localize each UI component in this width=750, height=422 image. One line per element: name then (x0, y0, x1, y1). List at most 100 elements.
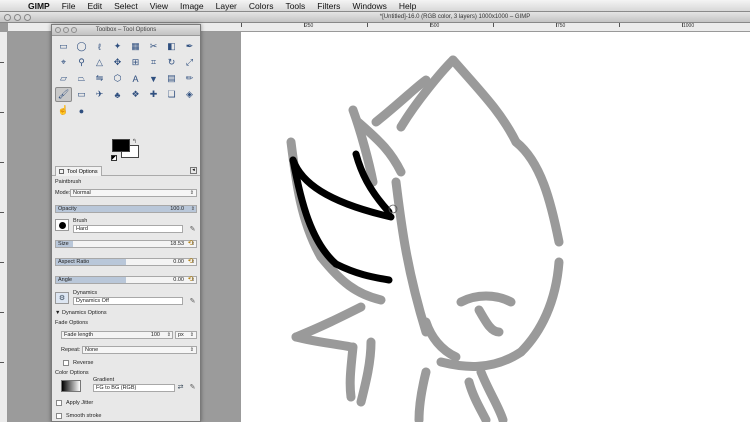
clone-icon[interactable]: ❖ (127, 87, 144, 102)
size-slider[interactable]: Size 18.53 ⇕ (55, 240, 197, 248)
edit-dynamics-icon[interactable]: ✎ (188, 297, 197, 306)
rotate-icon[interactable]: ↻ (163, 55, 180, 70)
menu-select[interactable]: Select (108, 0, 144, 12)
dynamics-options-expander[interactable]: ▼ Dynamics Options (55, 310, 107, 316)
smooth-stroke-checkbox[interactable] (56, 413, 62, 419)
menu-image[interactable]: Image (174, 0, 210, 12)
repeat-select[interactable]: None ⇕ (82, 346, 197, 354)
reverse-checkbox[interactable] (63, 360, 69, 366)
pencil-icon[interactable]: ✏ (181, 71, 198, 86)
menu-file[interactable]: File (56, 0, 82, 12)
reset-size-icon[interactable]: ⟲ (186, 239, 195, 248)
blur-sharpen-icon[interactable]: ◈ (181, 87, 198, 102)
repeat-label: Repeat: (61, 347, 81, 353)
bucket-fill-icon[interactable]: ▼ (145, 71, 162, 86)
free-select-icon[interactable]: ℓ (91, 39, 108, 54)
color-picker-icon[interactable]: ⌖ (55, 55, 72, 70)
shear-icon[interactable]: ▱ (55, 71, 72, 86)
aspect-ratio-slider[interactable]: Aspect Ratio 0.00 ⇕ (55, 258, 197, 266)
spin-arrows-icon[interactable]: ⇕ (191, 206, 195, 213)
app-menu[interactable]: GIMP (22, 0, 56, 12)
mode-select[interactable]: Normal ⇕ (70, 189, 197, 197)
airbrush-icon[interactable]: ✈ (91, 87, 108, 102)
toolbox-close-button[interactable] (55, 27, 61, 33)
drawing-canvas[interactable] (241, 32, 750, 422)
ellipse-select-icon[interactable]: ◯ (73, 39, 90, 54)
dodge-burn-icon[interactable]: ● (73, 103, 90, 118)
vertical-ruler[interactable] (0, 32, 8, 422)
chevron-updown-icon: ⇕ (189, 347, 194, 353)
angle-value: 0.00 (173, 277, 184, 283)
spin-arrows-icon[interactable]: ⇕ (167, 332, 171, 339)
dynamics-preview[interactable]: ⚙ (55, 292, 69, 304)
paths-icon[interactable]: ✒ (181, 39, 198, 54)
menu-help[interactable]: Help (393, 0, 422, 12)
edit-gradient-icon[interactable]: ✎ (188, 383, 197, 392)
cage-icon[interactable]: ⬡ (109, 71, 126, 86)
measure-icon[interactable]: △ (91, 55, 108, 70)
default-colors-icon[interactable] (111, 155, 117, 161)
dynamics-field[interactable]: Dynamics Off (73, 297, 183, 305)
minimize-window-button[interactable] (14, 14, 21, 21)
fuzzy-select-icon[interactable]: ✦ (109, 39, 126, 54)
apply-jitter-label: Apply Jitter (66, 400, 94, 406)
align-icon[interactable]: ⊞ (127, 55, 144, 70)
blend-icon[interactable]: ▤ (163, 71, 180, 86)
image-window-title: *[Untitled]-16.0 (RGB color, 3 layers) 1… (0, 12, 750, 23)
menu-edit[interactable]: Edit (81, 0, 108, 12)
apply-jitter-checkbox[interactable] (56, 400, 62, 406)
ink-icon[interactable]: ♣ (109, 87, 126, 102)
flip-icon[interactable]: ⇋ (91, 71, 108, 86)
tab-tool-options[interactable]: Tool Options (55, 166, 102, 176)
perspective-icon[interactable]: ⏢ (73, 71, 90, 86)
menu-bar: GIMP File Edit Select View Image Layer C… (0, 0, 750, 12)
perspective-clone-icon[interactable]: ❏ (163, 87, 180, 102)
brush-preview[interactable] (55, 219, 69, 231)
paintbrush-icon[interactable]: 🖌 (55, 87, 72, 102)
move-icon[interactable]: ✥ (109, 55, 126, 70)
foreground-select-icon[interactable]: ◧ (163, 39, 180, 54)
text-icon[interactable]: A (127, 71, 144, 86)
toolbox-zoom-button[interactable] (71, 27, 77, 33)
eraser-icon[interactable]: ▭ (73, 87, 90, 102)
fade-length-slider[interactable]: Fade length 100 ⇕ (61, 331, 173, 339)
menu-filters[interactable]: Filters (311, 0, 346, 12)
gradient-preview[interactable] (61, 380, 81, 392)
reset-angle-icon[interactable]: ⟲ (186, 275, 195, 284)
reset-aspect-ratio-icon[interactable]: ⟲ (186, 257, 195, 266)
menu-colors[interactable]: Colors (243, 0, 280, 12)
aspect-ratio-value: 0.00 (173, 259, 184, 265)
scale-icon[interactable]: ⤢ (181, 55, 198, 70)
toolbox-title-text: Toolbox – Tool Options (95, 27, 157, 33)
angle-slider[interactable]: Angle 0.00 ⇕ (55, 276, 197, 284)
close-window-button[interactable] (4, 14, 11, 21)
menu-layer[interactable]: Layer (210, 0, 243, 12)
gradient-field[interactable]: FG to BG (RGB) (93, 384, 175, 392)
toolbox-minimize-button[interactable] (63, 27, 69, 33)
opacity-label: Opacity (58, 206, 77, 212)
tab-menu-button[interactable]: ◂ (190, 167, 197, 174)
brush-field[interactable]: Hard (73, 225, 183, 233)
color-select-icon[interactable]: ▦ (127, 39, 144, 54)
reverse-gradient-icon[interactable]: ⇄ (176, 383, 185, 392)
tab-label: Tool Options (67, 168, 98, 175)
swap-colors-icon[interactable]: ↰ (132, 138, 137, 145)
mode-value: Normal (73, 190, 91, 196)
crop-icon[interactable]: ⌗ (145, 55, 162, 70)
scissors-icon[interactable]: ✂ (145, 39, 162, 54)
heal-icon[interactable]: ✚ (145, 87, 162, 102)
zoom-icon[interactable]: ⚲ (73, 55, 90, 70)
dynamics-options-label: Dynamics Options (61, 310, 107, 316)
menu-view[interactable]: View (144, 0, 174, 12)
menu-windows[interactable]: Windows (346, 0, 392, 12)
rect-select-icon[interactable]: ▭ (55, 39, 72, 54)
smudge-icon[interactable]: ☝ (55, 103, 72, 118)
fade-unit-select[interactable]: px ⇕ (175, 331, 197, 339)
foreground-color-swatch[interactable] (112, 139, 130, 152)
menu-tools[interactable]: Tools (279, 0, 311, 12)
aspect-ratio-label: Aspect Ratio (58, 259, 90, 265)
zoom-window-button[interactable] (24, 14, 31, 21)
edit-brush-icon[interactable]: ✎ (188, 225, 197, 234)
opacity-slider[interactable]: Opacity 100.0 ⇕ (55, 205, 197, 213)
ruler-label: 500 (431, 23, 440, 29)
